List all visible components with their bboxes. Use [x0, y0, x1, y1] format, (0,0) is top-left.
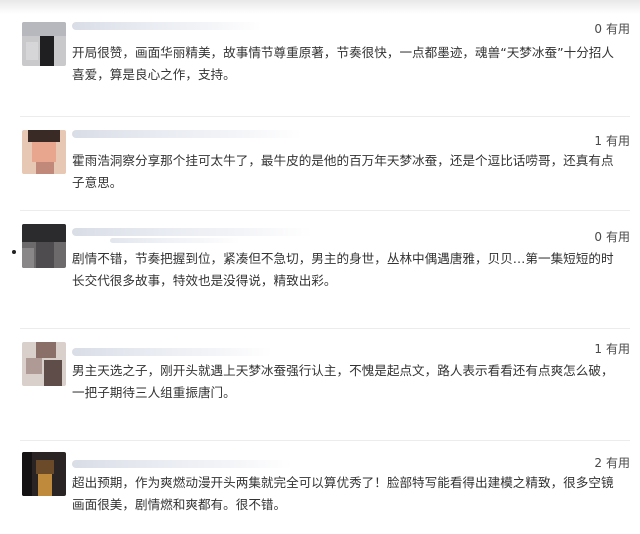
review-text: 开局很赞，画面华丽精美，故事情节尊重原著，节奏很快，一点都墨迹，魂兽“天梦冰蚕”… — [72, 45, 614, 82]
useful-label: 有用 — [605, 342, 630, 356]
avatar[interactable] — [22, 342, 66, 386]
top-blur-strip — [0, 0, 640, 14]
useful-number: 0 — [594, 22, 602, 36]
useful-count[interactable]: 2 有用 — [594, 454, 630, 471]
review-item: 2 有用 超出预期，作为爽燃动漫开头两集就完全可以算优秀了！脸部特写能看得出建模之… — [0, 446, 640, 534]
divider — [20, 116, 630, 117]
useful-label: 有用 — [605, 456, 630, 470]
useful-number: 1 — [594, 342, 602, 356]
username-blurred — [72, 22, 262, 30]
avatar[interactable] — [22, 452, 66, 496]
username-blurred — [72, 460, 292, 468]
useful-label: 有用 — [605, 134, 630, 148]
review-text: 霍雨浩洞察分享那个挂可太牛了，最牛皮的是他的百万年天梦冰蚕，还是个逗比话唠哥，还… — [72, 153, 614, 190]
review-item: 0 有用 开局很赞，画面华丽精美，故事情节尊重原著，节奏很快，一点都墨迹，魂兽“天… — [0, 16, 640, 116]
divider — [20, 210, 630, 211]
review-text: 超出预期，作为爽燃动漫开头两集就完全可以算优秀了！脸部特写能看得出建模之精致，很… — [72, 475, 614, 512]
useful-count[interactable]: 0 有用 — [594, 228, 630, 245]
useful-number: 1 — [594, 134, 602, 148]
username-blurred — [72, 130, 302, 138]
useful-count[interactable]: 0 有用 — [594, 20, 630, 37]
useful-count[interactable]: 1 有用 — [594, 132, 630, 149]
avatar[interactable] — [22, 224, 66, 268]
review-text: 剧情不错，节奏把握到位，紧凑但不急切，男主的身世，丛林中偶遇唐雅，贝贝…第一集短… — [72, 251, 614, 288]
side-dot — [12, 250, 16, 254]
review-item: 1 有用 男主天选之子，刚开头就遇上天梦冰蚕强行认主，不愧是起点文，路人表示看看还… — [0, 336, 640, 434]
review-item: 1 有用 霍雨浩洞察分享那个挂可太牛了，最牛皮的是他的百万年天梦冰蚕，还是个逗比话… — [0, 124, 640, 210]
useful-number: 2 — [594, 456, 602, 470]
username-blurred — [72, 348, 272, 356]
divider — [20, 328, 630, 329]
review-item: 0 有用 剧情不错，节奏把握到位，紧凑但不急切，男主的身世，丛林中偶遇唐雅，贝贝…… — [0, 220, 640, 330]
useful-count[interactable]: 1 有用 — [594, 340, 630, 357]
username-blurred — [72, 228, 312, 236]
review-text: 男主天选之子，刚开头就遇上天梦冰蚕强行认主，不愧是起点文，路人表示看看还有点爽怎… — [72, 363, 614, 400]
useful-label: 有用 — [605, 230, 630, 244]
useful-label: 有用 — [605, 22, 630, 36]
avatar[interactable] — [22, 22, 66, 66]
divider — [20, 440, 630, 441]
useful-number: 0 — [594, 230, 602, 244]
avatar[interactable] — [22, 130, 66, 174]
username-blurred-secondary — [110, 238, 240, 243]
